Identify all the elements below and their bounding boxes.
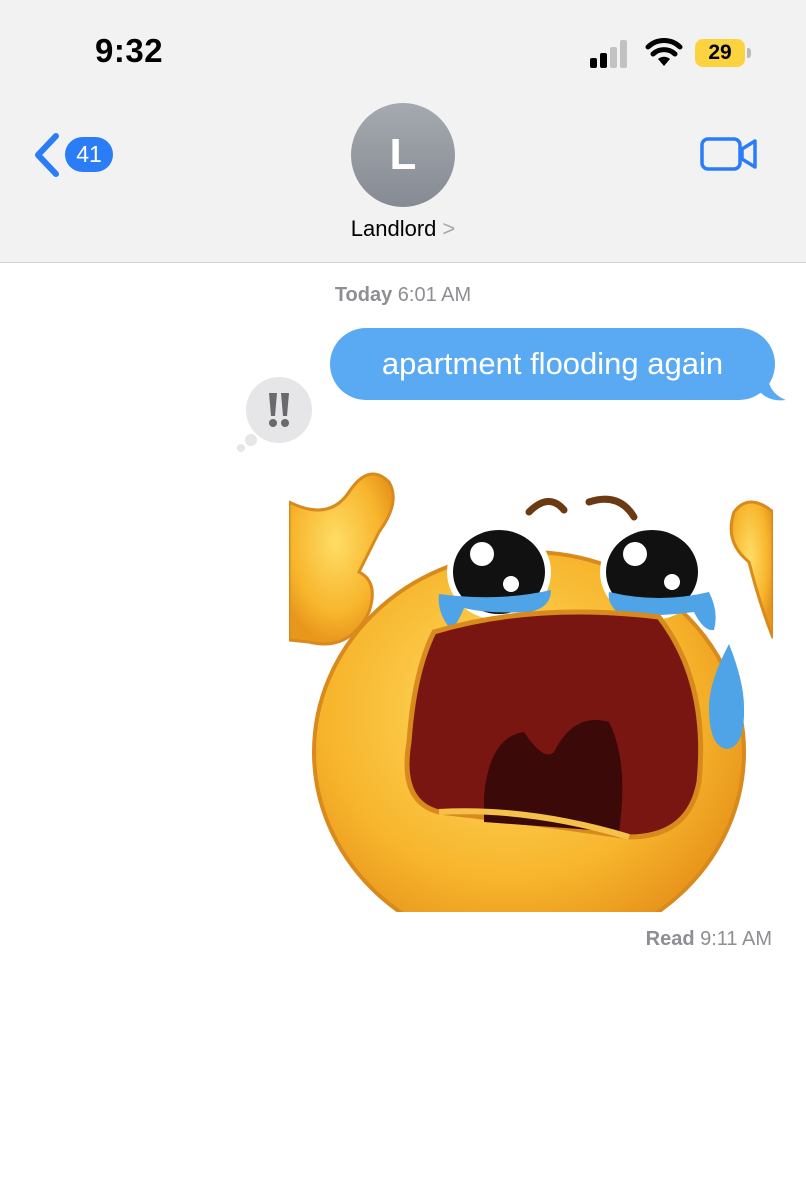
read-time: 9:11 AM xyxy=(700,928,772,950)
back-button[interactable]: 41 xyxy=(32,132,122,178)
video-call-icon[interactable] xyxy=(700,136,758,172)
message-bubble[interactable]: apartment flooding again xyxy=(330,328,775,400)
contact-name-button[interactable]: Landlord > xyxy=(0,216,806,242)
chevron-right-icon: > xyxy=(442,216,456,241)
back-chevron-icon xyxy=(35,133,59,177)
read-receipt: Read 9:11 AM xyxy=(646,928,772,951)
double-exclamation-icon[interactable] xyxy=(233,376,315,454)
message-timestamp: Today 6:01 AM xyxy=(0,284,806,307)
battery-cap xyxy=(747,48,751,58)
read-label: Read xyxy=(645,928,695,950)
cellular-signal-icon xyxy=(590,40,627,68)
status-time: 9:32 xyxy=(95,32,164,69)
crying-face-sticker[interactable] xyxy=(289,462,773,912)
navigation-header: 9:32 29 41 L Landlord > xyxy=(0,0,806,263)
timestamp-day: Today xyxy=(334,284,393,306)
contact-avatar[interactable]: L xyxy=(351,103,455,207)
contact-name: Landlord xyxy=(350,216,437,241)
timestamp-time: 6:01 AM xyxy=(397,284,472,306)
battery-icon: 29 xyxy=(695,39,753,67)
battery-level: 29 xyxy=(695,39,745,67)
unread-count-badge: 41 xyxy=(65,137,113,172)
wifi-icon xyxy=(645,38,683,66)
